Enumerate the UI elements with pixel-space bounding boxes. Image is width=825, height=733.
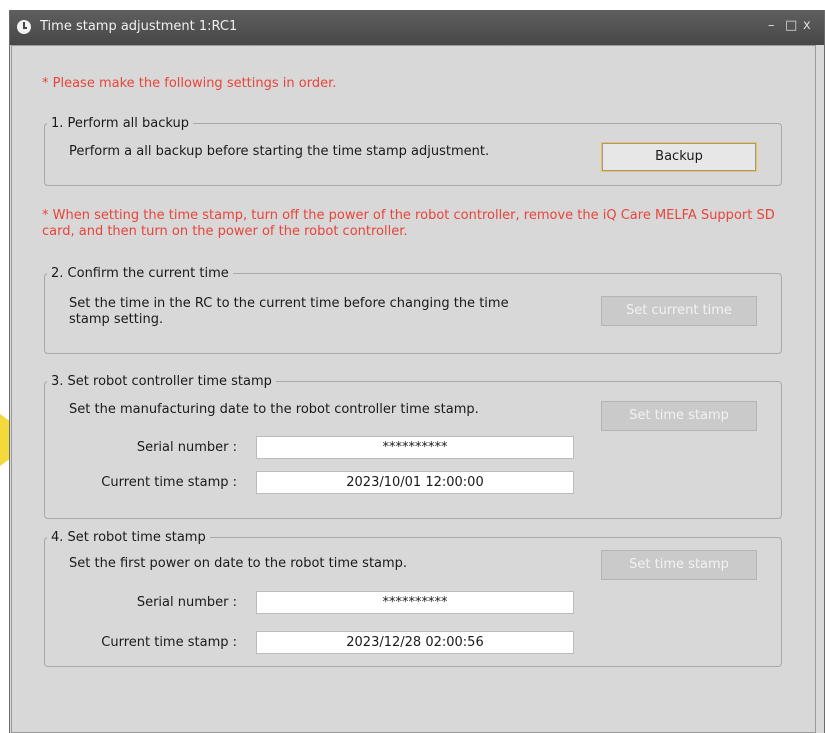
robot-serial-label: Serial number :: [136, 595, 237, 610]
controller-serial-field: **********: [256, 436, 574, 459]
section-backup-legend: 1. Perform all backup: [51, 116, 190, 131]
close-button[interactable]: x: [803, 18, 811, 33]
dialog-window: Time stamp adjustment 1:RC1 – □ x * Plea…: [9, 10, 825, 733]
robot-timestamp-field: 2023/12/28 02:00:56: [256, 631, 574, 654]
minimize-button[interactable]: –: [768, 18, 775, 33]
backup-button[interactable]: Backup: [601, 142, 757, 172]
controller-timestamp-field: 2023/10/01 12:00:00: [256, 471, 574, 494]
clock-icon: [17, 20, 31, 34]
controller-serial-label: Serial number :: [136, 440, 237, 455]
set-robot-timestamp-button[interactable]: Set time stamp: [601, 550, 757, 580]
section-controller-timestamp-legend: 3. Set robot controller time stamp: [51, 374, 272, 389]
robot-timestamp-label: Current time stamp :: [101, 635, 237, 650]
window-title: Time stamp adjustment 1:RC1: [40, 19, 238, 34]
robot-serial-field: **********: [256, 591, 574, 614]
set-current-time-button[interactable]: Set current time: [601, 296, 757, 326]
section-current-time-legend: 2. Confirm the current time: [51, 266, 229, 281]
controller-timestamp-description: Set the manufacturing date to the robot …: [69, 402, 479, 417]
set-controller-timestamp-button[interactable]: Set time stamp: [601, 401, 757, 431]
controller-timestamp-label: Current time stamp :: [101, 475, 237, 490]
title-bar[interactable]: Time stamp adjustment 1:RC1 – □ x: [10, 10, 824, 45]
power-note: * When setting the time stamp, turn off …: [42, 208, 775, 239]
section-robot-timestamp-legend: 4. Set robot time stamp: [51, 530, 206, 545]
backup-description: Perform a all backup before starting the…: [69, 144, 490, 159]
maximize-button[interactable]: □: [785, 18, 797, 33]
order-note: * Please make the following settings in …: [42, 76, 337, 91]
robot-timestamp-description: Set the first power on date to the robot…: [69, 556, 408, 571]
dialog-body: * Please make the following settings in …: [11, 45, 816, 733]
current-time-description: Set the time in the RC to the current ti…: [69, 296, 509, 327]
